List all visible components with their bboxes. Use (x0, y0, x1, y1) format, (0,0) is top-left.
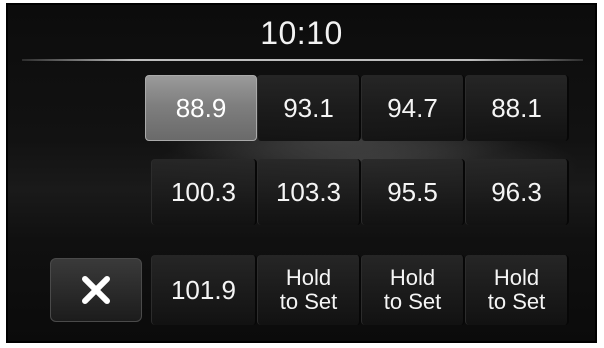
preset-5-button[interactable]: 100.3 (151, 159, 257, 225)
hold-label-line1: Hold (389, 265, 436, 290)
radio-presets-screen: 10:10 88.9 93.1 94.7 88.1 100.3 103.3 95… (6, 3, 597, 343)
preset-10-button[interactable]: Hold to Set (257, 255, 361, 325)
hold-label-line1: Hold (285, 265, 332, 290)
hold-label-line2: to Set (383, 289, 442, 314)
preset-7-button[interactable]: 95.5 (361, 159, 465, 225)
preset-4-button[interactable]: 88.1 (465, 75, 569, 141)
preset-1-button[interactable]: 88.9 (145, 75, 257, 141)
preset-12-button[interactable]: Hold to Set (465, 255, 569, 325)
close-button[interactable] (50, 258, 142, 322)
header-divider (22, 59, 583, 61)
close-icon (82, 276, 110, 304)
clock: 10:10 (260, 15, 343, 51)
preset-11-button[interactable]: Hold to Set (361, 255, 465, 325)
hold-label-line2: to Set (279, 289, 338, 314)
preset-9-button[interactable]: 101.9 (151, 255, 257, 325)
hold-label-line2: to Set (487, 289, 546, 314)
preset-2-button[interactable]: 93.1 (257, 75, 361, 141)
preset-8-button[interactable]: 96.3 (465, 159, 569, 225)
preset-3-button[interactable]: 94.7 (361, 75, 465, 141)
hold-label-line1: Hold (493, 265, 540, 290)
preset-6-button[interactable]: 103.3 (257, 159, 361, 225)
